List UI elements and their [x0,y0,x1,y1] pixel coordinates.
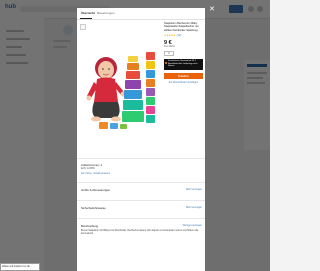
divider [77,158,205,159]
section-description-link[interactable]: Weniger anzeigen [183,224,202,227]
promo-text: Kostenloser Versand ab 29 € Bestellwert … [168,59,198,68]
product-info: Stapelturm Becherturm Baby Stapelwürfel … [164,22,203,84]
quantity-select[interactable]: 1 [164,50,174,56]
price-note: inkl. MwSt. [164,45,176,48]
description-text: Bunter Stapelturm für Babys und Kleinkin… [81,230,199,235]
buy-button[interactable]: Kaufen [164,72,203,79]
section-description-label[interactable]: Beschreibung [81,224,98,228]
divider [77,182,205,183]
section-safety-link[interactable]: Mehr anzeigen [186,206,202,209]
close-icon[interactable]: ✕ [208,6,216,14]
divider [77,200,205,201]
page: hub Warte auf tracker.xxx.de ✕ Übersicht… [0,0,270,271]
orange-dot-icon [165,61,167,64]
thumbnail[interactable] [80,24,86,30]
section-safety-label[interactable]: Sicherheitshinweise [81,206,106,210]
article-number: Artikelnummer: 1 [81,163,103,167]
tab-bar: Übersicht Bewertungen [77,8,205,20]
rating-count[interactable]: (12) [177,34,182,37]
shop-link[interactable]: Zum Shop · Details ansehen [81,173,110,175]
section-size-label[interactable]: Größe & Abmessungen [81,188,110,192]
wishlist-link[interactable]: Zur Wunschliste hinzufügen [164,81,203,84]
tab-reviews[interactable]: Bewertungen [97,11,115,15]
status-bar: Warte auf tracker.xxx.de [0,263,40,271]
promo-banner: Kostenloser Versand ab 29 € Bestellwert … [164,58,203,70]
product-title: Stapelturm Becherturm Baby Stapelwürfel … [164,22,199,32]
article-ean: EAN: 123456 [81,168,95,170]
star-icon: ★★★★★ [164,33,176,37]
product-photo [86,52,155,129]
divider [77,218,205,219]
section-size-link[interactable]: Mehr anzeigen [186,188,202,191]
rating[interactable]: ★★★★★(12) [164,34,203,37]
tab-overview[interactable]: Übersicht [81,11,95,15]
product-modal: Übersicht Bewertungen Stapelturm Bechert… [77,8,205,271]
product-image[interactable] [80,22,160,152]
tab-underline [80,18,92,19]
